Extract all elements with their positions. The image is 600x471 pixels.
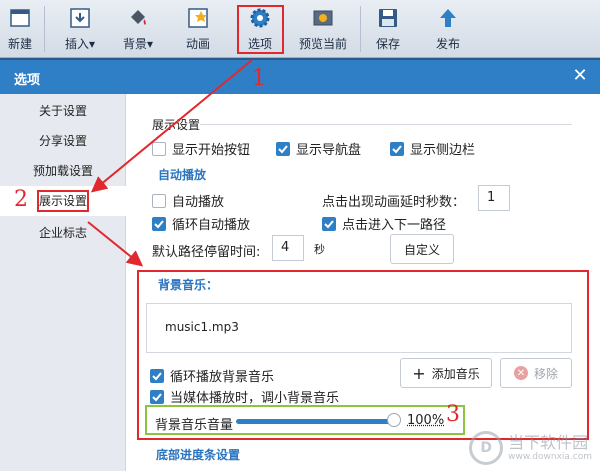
show-sidebar-label: 显示侧边栏 bbox=[410, 143, 476, 158]
checkmark-icon bbox=[392, 144, 402, 153]
loop-autoplay-checkbox[interactable]: 循环自动播放 bbox=[152, 214, 250, 233]
watermark: D 当下软件园 www.downxia.com bbox=[469, 431, 592, 465]
preview-icon bbox=[313, 10, 333, 26]
autoplay-section-title: 自动播放 bbox=[158, 168, 207, 182]
bottom-progress-section-title: 底部进度条设置 bbox=[156, 448, 241, 462]
checkbox-box bbox=[152, 193, 166, 208]
new-button-label: 新建 bbox=[7, 37, 32, 51]
remove-music-button[interactable]: ✕ 移除 bbox=[500, 358, 572, 388]
display-nav-highlight-box bbox=[37, 190, 89, 212]
volume-label: 背景音乐音量 bbox=[155, 418, 234, 433]
music-list-item[interactable]: music1.mp3 bbox=[165, 320, 239, 334]
add-music-button[interactable]: + 添加音乐 bbox=[400, 358, 492, 388]
path-stay-label: 默认路径停留时间: bbox=[152, 245, 261, 260]
duck-music-label: 当媒体播放时，调小背景音乐 bbox=[170, 391, 340, 406]
show-nav-checkbox[interactable]: 显示导航盘 bbox=[276, 139, 361, 158]
nav-item-company-logo[interactable]: 企业标志 bbox=[0, 218, 126, 248]
options-highlight-box bbox=[237, 5, 284, 54]
music-list[interactable]: music1.mp3 bbox=[146, 303, 572, 353]
nav-item-preload[interactable]: 预加载设置 bbox=[0, 156, 126, 186]
click-next-path-checkbox[interactable]: 点击进入下一路径 bbox=[322, 214, 446, 233]
checkbox-box-checked bbox=[276, 141, 290, 156]
checkbox-box bbox=[152, 141, 166, 156]
volume-slider-handle[interactable] bbox=[387, 413, 401, 427]
animation-button[interactable]: 动画 bbox=[176, 0, 220, 58]
preview-current-button-label: 预览当前 bbox=[298, 37, 347, 51]
section-divider bbox=[200, 124, 572, 125]
loop-music-label: 循环播放背景音乐 bbox=[170, 370, 275, 385]
main-toolbar: 新建 插入▾ 背景▾ 动画 选项 预览当前 保存 发布 bbox=[0, 0, 600, 58]
publish-button[interactable]: 发布 bbox=[426, 0, 470, 58]
watermark-text: 当下软件园 bbox=[508, 433, 589, 452]
animation-delay-input[interactable]: 1 bbox=[478, 185, 510, 211]
background-button[interactable]: 背景▾ bbox=[116, 0, 160, 58]
insert-icon bbox=[70, 8, 90, 28]
checkbox-box-checked bbox=[152, 216, 166, 231]
plus-icon: + bbox=[412, 363, 426, 383]
preview-current-button[interactable]: 预览当前 bbox=[292, 0, 354, 58]
remove-icon: ✕ bbox=[513, 366, 528, 380]
custom-button[interactable]: 自定义 bbox=[390, 234, 454, 264]
dialog-title-bar: 选项 ✕ bbox=[0, 60, 600, 94]
nav-item-about[interactable]: 关于设置 bbox=[0, 96, 126, 126]
dialog-title: 选项 bbox=[14, 73, 41, 88]
show-start-checkbox[interactable]: 显示开始按钮 bbox=[152, 139, 250, 158]
publish-button-label: 发布 bbox=[435, 37, 460, 51]
checkmark-icon bbox=[152, 392, 162, 401]
annotation-1: 1 bbox=[252, 66, 266, 91]
auto-play-label: 自动播放 bbox=[172, 195, 225, 210]
duck-music-checkbox[interactable]: 当媒体播放时，调小背景音乐 bbox=[150, 387, 339, 406]
checkmark-icon bbox=[154, 219, 164, 228]
checkbox-box-checked bbox=[150, 368, 164, 383]
checkmark-icon bbox=[152, 371, 162, 380]
new-button[interactable]: 新建 bbox=[2, 0, 38, 58]
watermark-logo-icon: D bbox=[469, 431, 504, 465]
toolbar-divider bbox=[44, 6, 45, 52]
show-sidebar-checkbox[interactable]: 显示侧边栏 bbox=[390, 139, 475, 158]
path-stay-input[interactable]: 4 bbox=[272, 235, 304, 261]
auto-play-checkbox[interactable]: 自动播放 bbox=[152, 191, 224, 210]
animation-delay-label: 点击出现动画延时秒数： bbox=[322, 195, 466, 210]
save-icon bbox=[379, 9, 397, 27]
toolbar-divider bbox=[360, 6, 361, 52]
checkbox-box-checked bbox=[322, 216, 336, 231]
nav-item-share[interactable]: 分享设置 bbox=[0, 126, 126, 156]
animation-icon bbox=[188, 8, 208, 28]
publish-arrow-icon bbox=[440, 9, 456, 27]
checkmark-icon bbox=[278, 144, 288, 153]
save-button-label: 保存 bbox=[375, 37, 400, 51]
bgm-section-title: 背景音乐： bbox=[158, 278, 219, 292]
paint-bucket-icon bbox=[131, 10, 146, 25]
insert-button-label: 插入▾ bbox=[64, 37, 96, 51]
add-music-label: 添加音乐 bbox=[431, 366, 480, 381]
checkbox-box-checked bbox=[150, 389, 164, 404]
annotation-2: 2 bbox=[14, 187, 28, 212]
new-window-icon bbox=[10, 9, 30, 27]
checkbox-box-checked bbox=[390, 141, 404, 156]
close-icon[interactable]: ✕ bbox=[570, 66, 590, 86]
options-side-nav: 关于设置 分享设置 预加载设置 展示设置 企业标志 bbox=[0, 94, 126, 471]
click-next-path-label: 点击进入下一路径 bbox=[342, 218, 447, 233]
background-button-label: 背景▾ bbox=[122, 37, 154, 51]
display-section-title: 展示设置 bbox=[152, 118, 201, 132]
show-nav-label: 显示导航盘 bbox=[296, 143, 362, 158]
insert-button[interactable]: 插入▾ bbox=[58, 0, 102, 58]
show-start-label: 显示开始按钮 bbox=[172, 143, 251, 158]
animation-button-label: 动画 bbox=[185, 37, 210, 51]
checkmark-icon bbox=[324, 219, 334, 228]
loop-music-checkbox[interactable]: 循环播放背景音乐 bbox=[150, 366, 274, 385]
volume-value: 100% bbox=[407, 413, 445, 428]
loop-autoplay-label: 循环自动播放 bbox=[172, 218, 251, 233]
remove-music-label: 移除 bbox=[533, 366, 558, 381]
save-button[interactable]: 保存 bbox=[366, 0, 410, 58]
volume-slider-track[interactable] bbox=[236, 419, 394, 424]
path-stay-unit: 秒 bbox=[314, 243, 325, 256]
annotation-3: 3 bbox=[446, 402, 460, 427]
watermark-url: www.downxia.com bbox=[508, 452, 592, 462]
